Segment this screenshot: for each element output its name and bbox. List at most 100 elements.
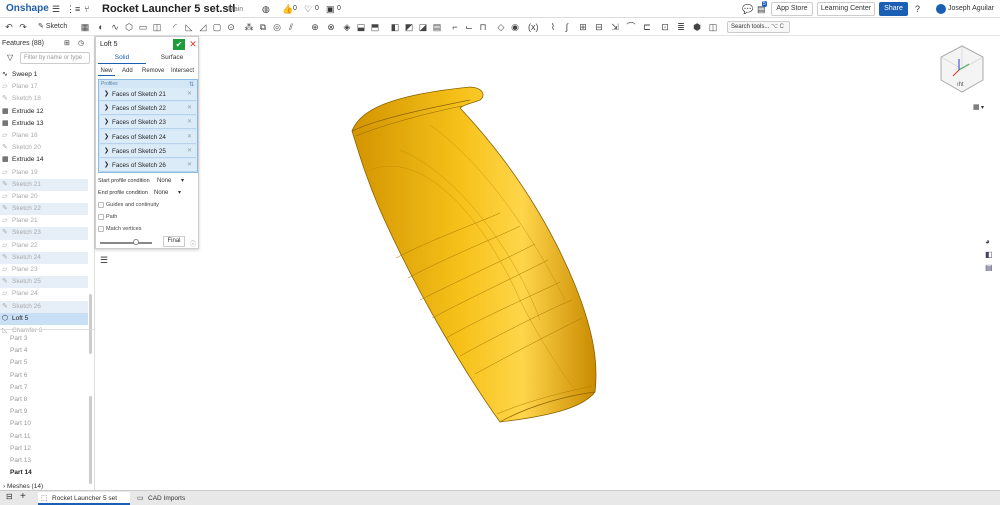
sort-icon[interactable]: ⇅: [189, 81, 194, 88]
chevron-right-icon[interactable]: ❯: [104, 116, 109, 129]
sheet-metal-icon[interactable]: ⌐: [450, 22, 460, 32]
feature-item[interactable]: ✎ Sketch 23: [0, 227, 88, 240]
graphics-viewport[interactable]: [95, 36, 1000, 490]
modify-fillet-icon[interactable]: ◈: [342, 22, 352, 32]
mate-connector-icon[interactable]: ◉: [510, 22, 520, 32]
configuration-icon[interactable]: ≣: [676, 22, 686, 32]
weld-icon[interactable]: ⊟: [594, 22, 604, 32]
feature-item[interactable]: ✎ Sketch 25: [0, 276, 88, 289]
move-face-icon[interactable]: ⬓: [356, 22, 366, 32]
plane-tool-icon[interactable]: ◇: [496, 22, 506, 32]
feature-item[interactable]: ∿ Sweep 1: [0, 69, 88, 81]
app-store-button[interactable]: App Store: [771, 2, 813, 16]
replace-face-icon[interactable]: ⬒: [370, 22, 380, 32]
feature-item[interactable]: ▦ Extrude 14: [0, 154, 88, 166]
feature-item[interactable]: ▱ Plane 18: [0, 130, 88, 142]
chevron-right-icon[interactable]: ❯: [104, 159, 109, 172]
filter-icon[interactable]: ▽: [7, 53, 13, 62]
loft-icon[interactable]: ⬡: [124, 22, 134, 32]
profile-row[interactable]: ❯ Faces of Sketch 23 ✕: [100, 116, 196, 130]
part-item[interactable]: Part 14: [0, 467, 88, 479]
part-item[interactable]: Part 6: [0, 370, 88, 382]
appearance-icon[interactable]: ◕: [985, 237, 993, 246]
accept-check-icon[interactable]: ✔: [173, 39, 185, 50]
feature-item[interactable]: ✎ Sketch 22: [0, 203, 88, 216]
hole-icon[interactable]: ⊙: [226, 22, 236, 32]
feature-item[interactable]: ▱ Plane 23: [0, 264, 88, 276]
measure-icon[interactable]: ⇲: [610, 22, 620, 32]
feature-item[interactable]: ✎ Sketch 20: [0, 142, 88, 154]
profile-row[interactable]: ❯ Faces of Sketch 22 ✕: [100, 102, 196, 116]
feature-tree-toggle-icon[interactable]: ⋮≡: [66, 4, 80, 14]
menu-icon[interactable]: ☰: [52, 4, 60, 14]
feature-item[interactable]: ▱ Plane 20: [0, 191, 88, 203]
feature-item[interactable]: ▱ Plane 19: [0, 167, 88, 179]
flange-icon[interactable]: ⌙: [464, 22, 474, 32]
surface-curvature-icon[interactable]: ⌒: [626, 22, 636, 32]
variable-icon[interactable]: (x): [528, 22, 539, 32]
search-tools-input[interactable]: Search tools... ⌥ C: [727, 21, 790, 33]
curve-icon[interactable]: ∫: [562, 22, 572, 32]
feature-filter-input[interactable]: Filter by name or type: [20, 52, 90, 64]
rollback-slider-handle[interactable]: [133, 239, 140, 245]
remove-profile-icon[interactable]: ✕: [187, 116, 192, 129]
op-intersect[interactable]: Intersect: [171, 67, 194, 76]
chat-icon[interactable]: 💬: [742, 4, 753, 14]
section-icon[interactable]: ⊏: [642, 22, 652, 32]
boundary-icon[interactable]: ◪: [418, 22, 428, 32]
feature-item[interactable]: ▱ Plane 22: [0, 240, 88, 252]
feature-item[interactable]: ✎ Sketch 26: [0, 300, 88, 313]
model-view[interactable]: [95, 36, 1000, 490]
offset-surface-icon[interactable]: ◧: [390, 22, 400, 32]
transform-icon[interactable]: ⊕: [310, 22, 320, 32]
frame-icon[interactable]: ⊞: [578, 22, 588, 32]
globe-icon[interactable]: ◍: [262, 4, 270, 14]
tab-manager-icon[interactable]: ⊟: [6, 492, 13, 501]
feature-item[interactable]: ⬡ Loft 5: [0, 312, 88, 325]
ruled-surface-icon[interactable]: ▤: [432, 22, 442, 32]
part-item[interactable]: Part 3: [0, 333, 88, 345]
undo-icon[interactable]: ↶: [4, 22, 14, 32]
chevron-right-icon[interactable]: ❯: [104, 145, 109, 158]
cancel-x-icon[interactable]: ✕: [188, 39, 198, 50]
op-remove[interactable]: Remove: [142, 67, 164, 76]
part-item[interactable]: Part 11: [0, 431, 88, 443]
feature-item[interactable]: ▱ Plane 17: [0, 81, 88, 93]
final-button[interactable]: Final: [163, 236, 185, 247]
profile-row[interactable]: ❯ Faces of Sketch 21 ✕: [100, 88, 196, 101]
feature-item[interactable]: ✎ Sketch 18: [0, 93, 88, 105]
extrude-icon[interactable]: ▦: [80, 22, 90, 32]
tab-cad-imports[interactable]: ▭ CAD Imports: [134, 492, 204, 505]
tab-surface[interactable]: Surface: [148, 54, 196, 64]
part-item[interactable]: Part 8: [0, 394, 88, 406]
share-button[interactable]: Share: [879, 2, 908, 16]
part-item[interactable]: Part 4: [0, 345, 88, 357]
op-new[interactable]: New: [98, 67, 115, 76]
fill-icon[interactable]: ◩: [404, 22, 414, 32]
fillet-icon[interactable]: ◜: [170, 22, 180, 32]
rocket-launcher-part[interactable]: [351, 86, 597, 423]
tab-solid[interactable]: Solid: [98, 54, 146, 64]
feature-item[interactable]: ▱ Plane 24: [0, 288, 88, 300]
match-vertices-checkbox[interactable]: [98, 226, 104, 232]
add-custom-feature-icon[interactable]: ⊡: [660, 22, 670, 32]
rollback-slider[interactable]: [100, 242, 152, 244]
list-view-icon[interactable]: ☰: [100, 255, 108, 266]
isometric-icon[interactable]: ⬢: [692, 22, 702, 32]
remove-profile-icon[interactable]: ✕: [187, 159, 192, 172]
profile-row[interactable]: ❯ Faces of Sketch 24 ✕: [100, 130, 196, 144]
properties-icon[interactable]: ◧: [985, 250, 993, 259]
part-item[interactable]: Part 12: [0, 443, 88, 455]
tab-icon[interactable]: ⊓: [478, 22, 488, 32]
redo-icon[interactable]: ↷: [18, 22, 28, 32]
panel-divider[interactable]: [0, 329, 95, 330]
document-icon[interactable]: ▣: [326, 4, 335, 14]
start-profile-condition-select[interactable]: None ▾: [157, 177, 184, 184]
split-icon[interactable]: ⫽: [286, 22, 296, 32]
mirror-icon[interactable]: ⧉: [258, 22, 268, 32]
meshes-group[interactable]: › Meshes (14): [3, 483, 43, 490]
part-item[interactable]: Part 13: [0, 455, 88, 467]
part-item[interactable]: Part 9: [0, 406, 88, 418]
user-avatar[interactable]: [936, 4, 946, 14]
add-folder-icon[interactable]: ⊞: [64, 39, 70, 47]
